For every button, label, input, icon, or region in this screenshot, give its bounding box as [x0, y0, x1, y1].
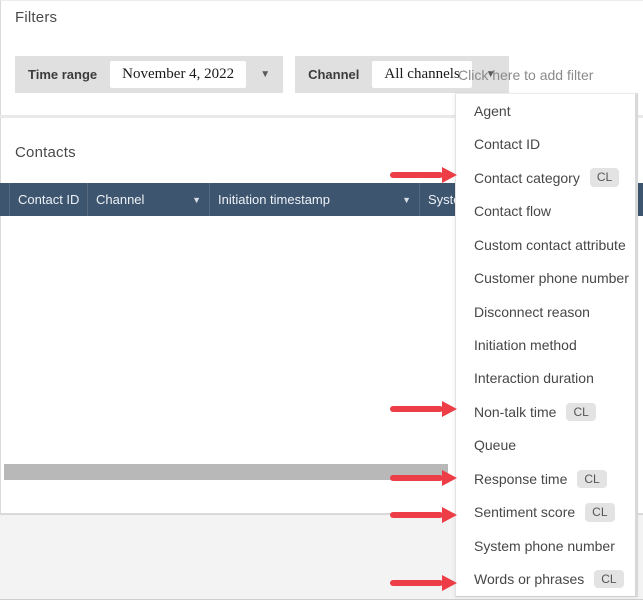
arrow-body	[390, 172, 443, 178]
menu-item-label: Response time	[474, 471, 567, 487]
time-range-value[interactable]: November 4, 2022	[110, 61, 246, 88]
menu-item-label: Custom contact attribute	[474, 237, 626, 253]
caret-down-icon[interactable]: ▼	[260, 70, 270, 80]
filter-bar: Time range November 4, 2022 ▼ Channel Al…	[15, 56, 521, 93]
red-arrow-non-talk-time	[390, 401, 457, 417]
menu-item-label: Queue	[474, 437, 516, 453]
menu-item-label: Contact category	[474, 170, 580, 186]
caret-down-icon[interactable]: ▼	[402, 195, 411, 205]
column-header-channel[interactable]: Channel ▼	[88, 183, 210, 216]
menu-item-contact-flow[interactable]: Contact flow	[456, 194, 635, 227]
menu-item-label: Disconnect reason	[474, 304, 590, 320]
channel-value[interactable]: All channels	[372, 61, 471, 88]
add-filter-input[interactable]: Click here to add filter	[458, 67, 593, 83]
contacts-title: Contacts	[15, 144, 76, 161]
cl-badge: CL	[590, 168, 619, 186]
horizontal-scrollbar-thumb[interactable]	[4, 464, 448, 480]
menu-item-custom-contact-attribute[interactable]: Custom contact attribute	[456, 228, 635, 261]
caret-down-icon[interactable]: ▼	[192, 195, 201, 205]
menu-item-label: Words or phrases	[474, 571, 584, 587]
menu-item-response-time[interactable]: Response time CL	[456, 462, 635, 495]
column-label: Channel	[96, 192, 144, 207]
arrow-body	[390, 580, 443, 586]
arrow-body	[390, 512, 443, 518]
menu-item-contact-id[interactable]: Contact ID	[456, 127, 635, 160]
arrow-head-icon	[442, 575, 457, 591]
menu-item-queue[interactable]: Queue	[456, 429, 635, 462]
channel-label: Channel	[308, 67, 359, 82]
menu-item-label: Sentiment score	[474, 504, 575, 520]
red-arrow-sentiment-score	[390, 507, 457, 523]
arrow-head-icon	[442, 470, 457, 486]
menu-item-agent[interactable]: Agent	[456, 94, 635, 127]
menu-item-label: Contact ID	[474, 136, 540, 152]
menu-item-system-phone-number[interactable]: System phone number	[456, 529, 635, 562]
time-range-filter: Time range November 4, 2022 ▼	[15, 56, 283, 93]
filters-title: Filters	[15, 9, 57, 26]
menu-item-initiation-method[interactable]: Initiation method	[456, 328, 635, 361]
arrow-body	[390, 475, 443, 481]
column-label: Initiation timestamp	[218, 192, 330, 207]
red-arrow-response-time	[390, 470, 457, 486]
cl-badge: CL	[594, 570, 623, 588]
cl-badge: CL	[577, 470, 606, 488]
menu-item-label: Contact flow	[474, 203, 551, 219]
arrow-head-icon	[442, 507, 457, 523]
menu-item-sentiment-score[interactable]: Sentiment score CL	[456, 496, 635, 529]
cl-badge: CL	[585, 503, 614, 521]
red-arrow-contact-category	[390, 167, 457, 183]
menu-item-label: Interaction duration	[474, 370, 594, 386]
column-header-initiation-timestamp[interactable]: Initiation timestamp ▼	[210, 183, 420, 216]
add-filter-dropdown-menu: Agent Contact ID Contact category CL Con…	[455, 93, 638, 597]
table-header-stub	[0, 183, 10, 216]
arrow-head-icon	[442, 167, 457, 183]
menu-item-words-or-phrases[interactable]: Words or phrases CL	[456, 563, 635, 596]
cl-badge: CL	[566, 403, 595, 421]
time-range-label: Time range	[28, 67, 97, 82]
menu-item-label: System phone number	[474, 538, 615, 554]
column-label: Contact ID	[18, 192, 79, 207]
menu-item-disconnect-reason[interactable]: Disconnect reason	[456, 295, 635, 328]
column-header-contact-id: Contact ID	[10, 183, 88, 216]
menu-item-label: Non-talk time	[474, 404, 556, 420]
arrow-body	[390, 406, 443, 412]
menu-item-label: Agent	[474, 103, 511, 119]
menu-item-non-talk-time[interactable]: Non-talk time CL	[456, 395, 635, 428]
menu-item-interaction-duration[interactable]: Interaction duration	[456, 362, 635, 395]
arrow-head-icon	[442, 401, 457, 417]
red-arrow-words-or-phrases	[390, 575, 457, 591]
menu-item-label: Initiation method	[474, 337, 577, 353]
menu-item-customer-phone-number[interactable]: Customer phone number	[456, 261, 635, 294]
menu-item-contact-category[interactable]: Contact category CL	[456, 161, 635, 194]
menu-item-label: Customer phone number	[474, 270, 629, 286]
